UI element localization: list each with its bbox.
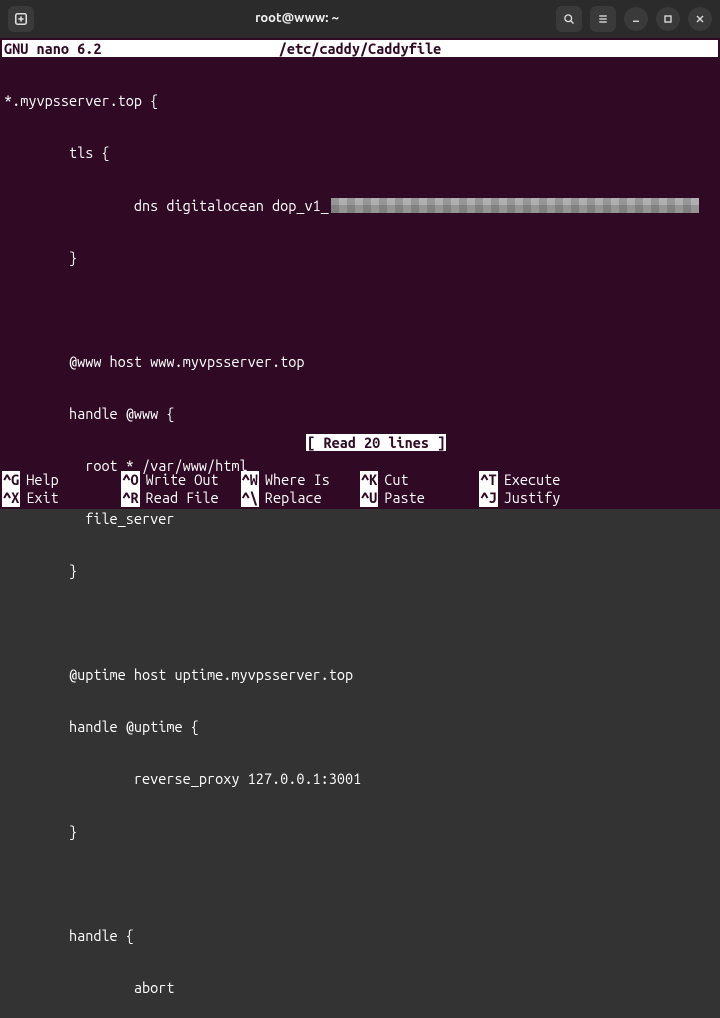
file-line: handle @uptime {: [4, 718, 199, 735]
terminal[interactable]: GNU nano 6.2 /etc/caddy/Caddyfile *.myvp…: [0, 38, 720, 509]
shortcut-label: Help: [26, 471, 58, 488]
file-line: }: [4, 823, 77, 840]
file-line: file_server: [4, 510, 175, 527]
shortcut-label: Replace: [265, 489, 322, 506]
file-line: @uptime host uptime.myvpsserver.top: [4, 666, 353, 683]
file-line: @www host www.myvpsserver.top: [4, 353, 304, 370]
nano-status: [ Read 20 lines ]: [306, 434, 446, 451]
hamburger-icon: [597, 13, 609, 25]
file-line: dns digitalocean dop_v1_: [4, 197, 329, 214]
shortcut-key: ^W: [241, 471, 259, 488]
shortcut-justify: ^J Justify: [479, 489, 598, 507]
window-title: root@www: ~: [38, 11, 556, 27]
nano-header: GNU nano 6.2 /etc/caddy/Caddyfile: [2, 40, 718, 57]
titlebar-left: [8, 6, 38, 32]
file-line: .myvpsserver.top {: [12, 92, 158, 109]
shortcut-key: ^J: [479, 489, 497, 506]
file-line: }: [4, 249, 77, 266]
file-line: }: [4, 562, 77, 579]
editor-content[interactable]: *.myvpsserver.top { tls { dns digitaloce…: [2, 57, 718, 1018]
file-line: tls {: [4, 144, 110, 161]
close-button[interactable]: [688, 7, 712, 31]
shortcut-help: ^G Help: [2, 471, 121, 489]
shortcut-writeout: ^O Write Out: [121, 471, 240, 489]
file-line: reverse_proxy 127.0.0.1:3001: [4, 770, 361, 787]
maximize-icon: [662, 13, 674, 25]
shortcut-key: ^G: [2, 471, 20, 488]
shortcut-key: ^\: [241, 489, 259, 506]
shortcut-label: Write Out: [146, 471, 219, 488]
maximize-button[interactable]: [656, 7, 680, 31]
shortcut-key: ^O: [121, 471, 139, 488]
close-icon: [694, 13, 706, 25]
shortcut-key: ^X: [2, 489, 20, 506]
shortcut-paste: ^U Paste: [360, 489, 479, 507]
shortcut-label: Exit: [26, 489, 58, 506]
nano-status-line: [ Read 20 lines ]: [0, 417, 720, 469]
shortcut-label: Execute: [504, 471, 561, 488]
shortcut-label: Where Is: [265, 471, 330, 488]
titlebar-right: [556, 6, 712, 32]
shortcut-whereis: ^W Where Is: [241, 471, 360, 489]
shortcut-execute: ^T Execute: [479, 471, 598, 489]
shortcut-key: ^T: [479, 471, 497, 488]
redacted-token: [331, 198, 699, 213]
window-titlebar: root@www: ~: [0, 0, 720, 38]
modified-marker: *: [4, 92, 12, 109]
shortcut-key: ^U: [360, 489, 378, 506]
shortcut-key: ^R: [121, 489, 139, 506]
shortcut-label: Paste: [384, 489, 425, 506]
shortcut-key: ^K: [360, 471, 378, 488]
shortcut-readfile: ^R Read File: [121, 489, 240, 507]
file-line: abort: [4, 979, 175, 996]
menu-button[interactable]: [590, 6, 616, 32]
plus-box-icon: [14, 12, 28, 26]
shortcut-label: Read File: [146, 489, 219, 506]
nano-app-name: GNU nano 6.2: [4, 40, 101, 57]
shortcut-cut: ^K Cut: [360, 471, 479, 489]
nano-shortcuts: ^G Help ^O Write Out ^W Where Is ^K Cut ^T Ex…: [2, 471, 718, 507]
new-tab-button[interactable]: [8, 6, 34, 32]
shortcut-replace: ^\ Replace: [241, 489, 360, 507]
shortcut-exit: ^X Exit: [2, 489, 121, 507]
minimize-icon: [630, 13, 642, 25]
shortcut-label: Justify: [504, 489, 561, 506]
shortcut-label: Cut: [384, 471, 408, 488]
file-line: handle {: [4, 927, 134, 944]
nano-filepath: /etc/caddy/Caddyfile: [279, 40, 441, 57]
search-button[interactable]: [556, 6, 582, 32]
search-icon: [563, 13, 575, 25]
minimize-button[interactable]: [624, 7, 648, 31]
